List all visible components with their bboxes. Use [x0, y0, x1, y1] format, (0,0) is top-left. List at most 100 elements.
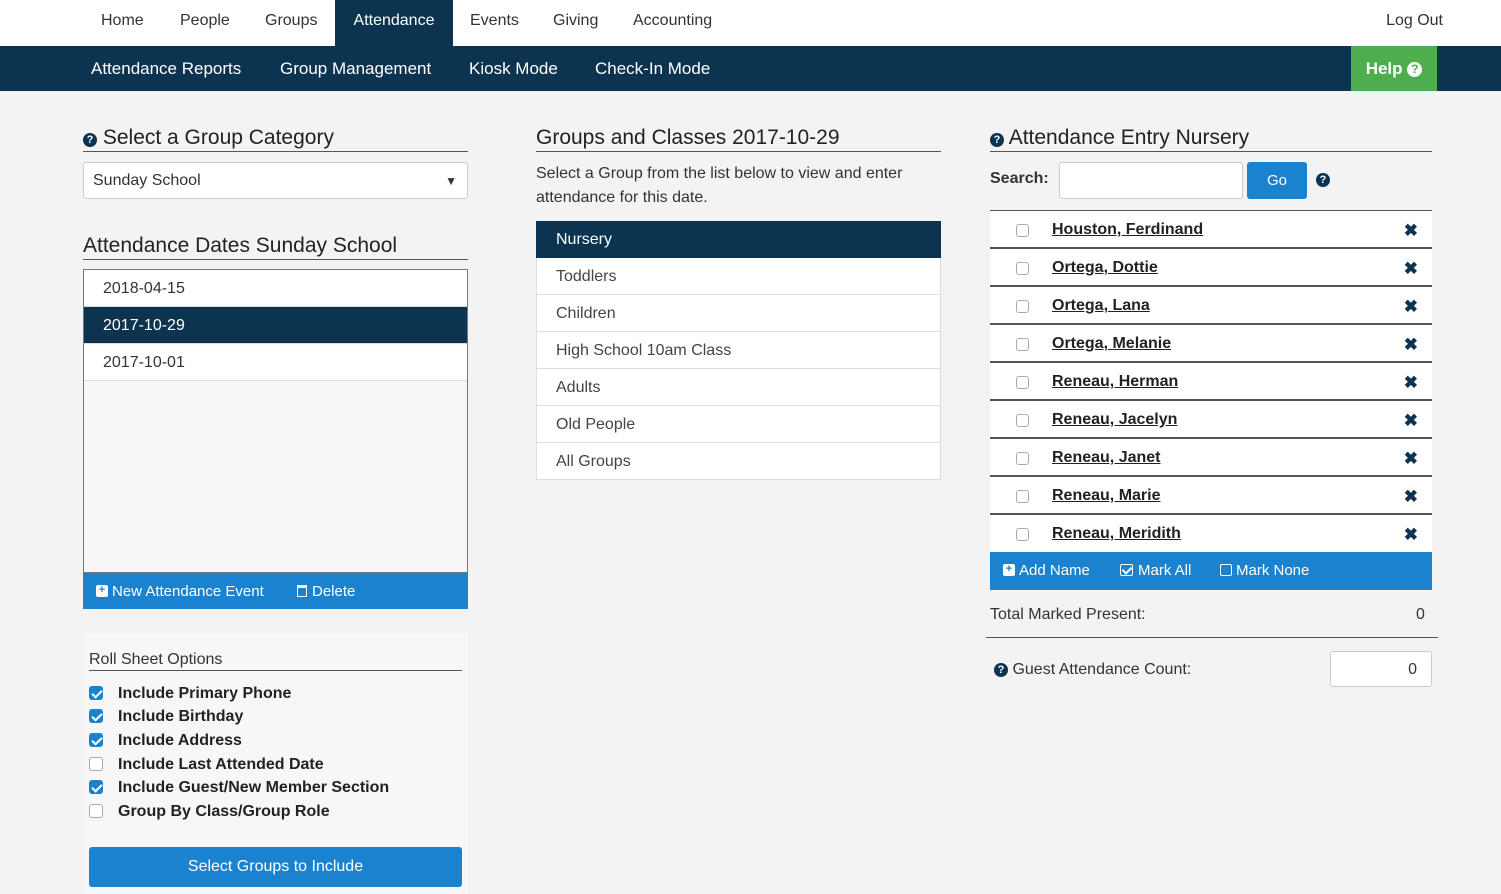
logout-link[interactable]: Log Out: [1386, 0, 1443, 46]
plus-square-icon: +: [96, 585, 108, 597]
person-name-link[interactable]: Houston, Ferdinand: [1052, 211, 1203, 249]
present-checkbox[interactable]: [1016, 262, 1029, 275]
option-group-by-role[interactable]: Group By Class/Group Role: [89, 802, 330, 822]
option-address[interactable]: Include Address: [89, 731, 242, 751]
attendance-dates-list: 2018-04-15 2017-10-29 2017-10-01: [83, 269, 468, 573]
remove-icon[interactable]: ✖: [1404, 363, 1418, 403]
person-name-link[interactable]: Reneau, Meridith: [1052, 515, 1181, 553]
subnav-attendance-reports[interactable]: Attendance Reports: [91, 46, 241, 91]
subnav-kiosk-mode[interactable]: Kiosk Mode: [469, 46, 558, 91]
remove-icon[interactable]: ✖: [1404, 287, 1418, 327]
option-label: Include Address: [118, 732, 242, 749]
new-attendance-event-button[interactable]: + New Attendance Event: [96, 573, 264, 610]
option-label: Include Birthday: [118, 708, 244, 725]
present-checkbox[interactable]: [1016, 414, 1029, 427]
mark-none-button[interactable]: Mark None: [1220, 552, 1309, 590]
delete-button[interactable]: Delete: [297, 573, 355, 610]
guest-count-input[interactable]: 0: [1330, 651, 1432, 687]
group-item[interactable]: All Groups: [536, 443, 941, 480]
question-icon[interactable]: ?: [990, 133, 1004, 147]
remove-icon[interactable]: ✖: [1404, 249, 1418, 289]
present-checkbox[interactable]: [1016, 224, 1029, 237]
divider: [986, 637, 1438, 638]
person-row: Reneau, Herman ✖: [990, 363, 1432, 401]
group-category-select[interactable]: Sunday School ▼: [83, 162, 468, 199]
group-item[interactable]: Children: [536, 295, 941, 332]
person-name-link[interactable]: Reneau, Marie: [1052, 477, 1160, 515]
checkbox[interactable]: [89, 780, 103, 794]
mark-all-button[interactable]: Mark All: [1120, 552, 1191, 590]
nav-giving[interactable]: Giving: [536, 0, 615, 46]
search-input[interactable]: [1059, 162, 1243, 199]
present-checkbox[interactable]: [1016, 452, 1029, 465]
group-item[interactable]: Adults: [536, 369, 941, 406]
group-category-title: Select a Group Category: [102, 126, 334, 149]
question-icon[interactable]: ?: [1316, 173, 1330, 187]
person-name-link[interactable]: Reneau, Herman: [1052, 363, 1178, 401]
date-item[interactable]: 2018-04-15: [84, 270, 467, 307]
present-checkbox[interactable]: [1016, 376, 1029, 389]
mark-all-label: Mark All: [1138, 562, 1192, 579]
person-row: Ortega, Lana ✖: [990, 287, 1432, 325]
guest-count-label: Guest Attendance Count:: [1012, 661, 1192, 678]
checkbox[interactable]: [89, 804, 103, 818]
person-row: Reneau, Jacelyn ✖: [990, 401, 1432, 439]
remove-icon[interactable]: ✖: [1404, 439, 1418, 479]
go-button[interactable]: Go: [1247, 162, 1307, 199]
nav-people[interactable]: People: [163, 0, 247, 46]
group-item[interactable]: High School 10am Class: [536, 332, 941, 369]
remove-icon[interactable]: ✖: [1404, 325, 1418, 365]
roll-sheet-title: Roll Sheet Options: [89, 651, 462, 671]
present-checkbox[interactable]: [1016, 338, 1029, 351]
nav-events[interactable]: Events: [453, 0, 536, 46]
option-last-attended[interactable]: Include Last Attended Date: [89, 755, 324, 775]
subnav-check-in-mode[interactable]: Check-In Mode: [595, 46, 710, 91]
question-icon[interactable]: ?: [994, 663, 1008, 677]
attendance-dates-title: Attendance Dates Sunday School: [83, 235, 468, 260]
checkbox[interactable]: [89, 757, 103, 771]
person-name-link[interactable]: Ortega, Melanie: [1052, 325, 1171, 363]
option-primary-phone[interactable]: Include Primary Phone: [89, 684, 291, 704]
remove-icon[interactable]: ✖: [1404, 401, 1418, 441]
attendance-entry-heading: ? Attendance Entry Nursery: [990, 127, 1432, 152]
check-square-icon: [1120, 564, 1133, 576]
present-checkbox[interactable]: [1016, 300, 1029, 313]
group-item[interactable]: Old People: [536, 406, 941, 443]
remove-icon[interactable]: ✖: [1404, 211, 1418, 251]
groups-description: Select a Group from the list below to vi…: [536, 165, 903, 206]
remove-icon[interactable]: ✖: [1404, 515, 1418, 555]
nav-accounting[interactable]: Accounting: [616, 0, 729, 46]
checkbox[interactable]: [89, 733, 103, 747]
group-item[interactable]: Toddlers: [536, 258, 941, 295]
nav-home[interactable]: Home: [84, 0, 161, 46]
person-name-link[interactable]: Ortega, Lana: [1052, 287, 1150, 325]
square-icon: [1220, 564, 1232, 576]
trash-icon: [297, 585, 307, 597]
date-item-selected[interactable]: 2017-10-29: [84, 307, 467, 344]
subnav-group-management[interactable]: Group Management: [280, 46, 431, 91]
person-name-link[interactable]: Reneau, Jacelyn: [1052, 401, 1177, 439]
dates-toolbar: + New Attendance Event Delete: [83, 573, 468, 609]
option-guest-section[interactable]: Include Guest/New Member Section: [89, 778, 389, 798]
person-name-link[interactable]: Reneau, Janet: [1052, 439, 1160, 477]
person-name-link[interactable]: Ortega, Dottie: [1052, 249, 1158, 287]
nav-attendance[interactable]: Attendance: [335, 0, 453, 46]
remove-icon[interactable]: ✖: [1404, 477, 1418, 517]
checkbox[interactable]: [89, 686, 103, 700]
help-button[interactable]: Help ?: [1351, 46, 1437, 91]
nav-groups[interactable]: Groups: [248, 0, 334, 46]
present-checkbox[interactable]: [1016, 490, 1029, 503]
person-row: Reneau, Meridith ✖: [990, 515, 1432, 553]
present-checkbox[interactable]: [1016, 528, 1029, 541]
date-item[interactable]: 2017-10-01: [84, 344, 467, 381]
option-label: Group By Class/Group Role: [118, 803, 330, 820]
checkbox[interactable]: [89, 709, 103, 723]
add-name-button[interactable]: + Add Name: [1003, 552, 1090, 590]
option-birthday[interactable]: Include Birthday: [89, 707, 243, 727]
group-category-heading: ? Select a Group Category: [83, 127, 468, 152]
question-icon[interactable]: ?: [83, 133, 97, 147]
group-item-selected[interactable]: Nursery: [536, 221, 941, 258]
groups-list: Nursery Toddlers Children High School 10…: [536, 221, 941, 480]
search-label: Search:: [990, 170, 1049, 187]
select-groups-button[interactable]: Select Groups to Include: [89, 847, 462, 887]
